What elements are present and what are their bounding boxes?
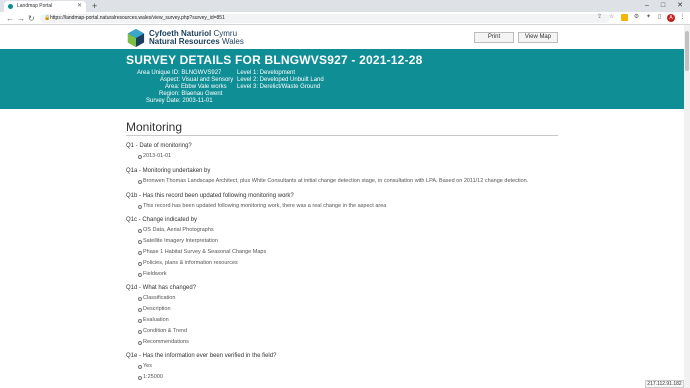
- back-icon[interactable]: ←: [6, 13, 14, 24]
- field-label: Survey Date:: [146, 98, 181, 104]
- extensions-puzzle-icon[interactable]: ✦: [645, 14, 652, 21]
- profile-avatar[interactable]: A: [667, 14, 675, 22]
- answer-item: Bronwen Thomas Landscape Architect, plus…: [138, 176, 558, 187]
- share-icon[interactable]: ⇪: [596, 14, 603, 21]
- field-label: Area Unique ID:: [137, 70, 180, 76]
- bookmark-star-icon[interactable]: ☆: [608, 14, 615, 21]
- field-row: Aspect: Visual and Sensory: [128, 77, 233, 84]
- view-map-button[interactable]: View Map: [518, 32, 558, 43]
- browser-tab-strip: Landmap Portal ✕ + – □ ✕: [0, 0, 690, 12]
- extension-gear-icon[interactable]: ⚙: [633, 14, 640, 21]
- question: Q1b - Has this record been updated follo…: [126, 192, 294, 199]
- answer-list: Classification Description Evaluation Co…: [138, 293, 558, 347]
- answer-list: 2013-01-01: [138, 151, 558, 162]
- section-heading: Monitoring: [126, 120, 558, 136]
- reload-icon[interactable]: ↻: [28, 13, 35, 24]
- field-value: Ebbw Vale works: [181, 84, 227, 90]
- answer-item: 1:25000: [138, 372, 558, 383]
- question: Q1c - Change indicated by: [126, 217, 198, 224]
- forward-icon[interactable]: →: [17, 13, 25, 24]
- url-text: https://landmap-portal.naturalresources.…: [50, 15, 225, 21]
- answer-item: Policies, plans & information resources: [138, 258, 558, 269]
- site-favicon-icon: [8, 4, 13, 9]
- answer-item: Fieldwork: [138, 269, 558, 280]
- answer-item: This record has been updated following m…: [138, 201, 558, 212]
- tab-title: Landmap Portal: [17, 3, 53, 9]
- menu-kebab-icon[interactable]: ⋮: [679, 14, 686, 21]
- answer-item: OS Data, Aerial Photographs: [138, 225, 558, 236]
- maximize-window-icon[interactable]: □: [655, 0, 671, 11]
- survey-title: SURVEY DETAILS FOR BLNGWVS927 - 2021-12-…: [126, 53, 423, 67]
- logo-english: Natural Resources: [149, 37, 220, 46]
- answer-list: Bronwen Thomas Landscape Architect, plus…: [138, 176, 558, 187]
- close-tab-icon[interactable]: ✕: [77, 1, 82, 12]
- nrw-logo-icon: [127, 29, 145, 47]
- level-2: Level 2: Developed Unbuilt Land: [237, 77, 324, 83]
- extension-icon[interactable]: [621, 14, 628, 21]
- answer-list: This record has been updated following m…: [138, 201, 558, 212]
- close-window-icon[interactable]: ✕: [672, 0, 688, 11]
- answer-item: Phase 1 Habitat Survey & Seasonal Change…: [138, 247, 558, 258]
- field-label: Aspect:: [160, 77, 181, 83]
- question: Q1e - Has the information ever been veri…: [126, 353, 277, 360]
- level-1: Level 1: Development: [237, 70, 296, 76]
- answer-item: Classification: [138, 293, 558, 304]
- answer-item: Yes: [138, 361, 558, 372]
- answer-item: Description: [138, 304, 558, 315]
- browser-tab[interactable]: Landmap Portal ✕: [4, 1, 86, 12]
- question: Q1 - Date of monitoring?: [126, 143, 192, 149]
- site-logo[interactable]: Cyfoeth Naturiol Cymru Natural Resources…: [149, 30, 244, 46]
- site-header: Cyfoeth Naturiol Cymru Natural Resources…: [0, 25, 690, 49]
- question: Q1d - What has changed?: [126, 285, 197, 292]
- page-scrollbar[interactable]: [684, 25, 690, 388]
- answer-item: 2013-01-01: [138, 151, 558, 162]
- answer-item: Recommendations: [138, 337, 558, 348]
- print-button[interactable]: Print: [474, 32, 514, 43]
- field-row: Area: Ebbw Vale works: [128, 84, 233, 91]
- scrollbar-thumb[interactable]: [685, 31, 689, 71]
- field-value: BLNGWVS927: [181, 70, 222, 76]
- sidebar-icon[interactable]: ▯: [656, 14, 663, 21]
- survey-fields: Area Unique ID: BLNGWVS927 Aspect: Visua…: [128, 70, 233, 105]
- field-row: Region: Blaenau Gwent: [128, 91, 233, 98]
- field-label: Region:: [159, 91, 180, 97]
- lock-icon: 🔒: [44, 15, 51, 21]
- monitoring-section: Monitoring Q1 - Date of monitoring? 2013…: [126, 120, 558, 383]
- field-label: Area:: [165, 84, 180, 90]
- level-3: Level 3: Derelict/Waste Ground: [237, 84, 321, 90]
- survey-banner: SURVEY DETAILS FOR BLNGWVS927 - 2021-12-…: [0, 49, 690, 109]
- field-value: Visual and Sensory: [181, 77, 234, 83]
- logo-english-light: Wales: [221, 37, 244, 46]
- minimize-window-icon[interactable]: –: [639, 0, 655, 11]
- new-tab-button[interactable]: +: [92, 1, 97, 11]
- status-ip-badge: 217.112.91.182: [645, 380, 684, 388]
- answer-item: Satellite Imagery Interpretation: [138, 236, 558, 247]
- field-row: Area Unique ID: BLNGWVS927: [128, 70, 233, 77]
- field-value: Blaenau Gwent: [181, 91, 223, 97]
- question: Q1a - Monitoring undertaken by: [126, 167, 211, 174]
- answer-item: Condition & Trend: [138, 326, 558, 337]
- survey-levels: Level 1: Development Level 2: Developed …: [237, 70, 324, 91]
- field-row: Survey Date: 2003-11-01: [128, 98, 233, 105]
- answer-list: Yes 1:25000: [138, 361, 558, 383]
- answer-list: OS Data, Aerial Photographs Satellite Im…: [138, 225, 558, 279]
- field-value: 2003-11-01: [182, 98, 213, 104]
- browser-toolbar: ← → ↻ 🔒 https://landmap-portal.naturalre…: [0, 12, 690, 25]
- address-bar[interactable]: 🔒 https://landmap-portal.naturalresource…: [40, 14, 610, 23]
- answer-item: Evaluation: [138, 315, 558, 326]
